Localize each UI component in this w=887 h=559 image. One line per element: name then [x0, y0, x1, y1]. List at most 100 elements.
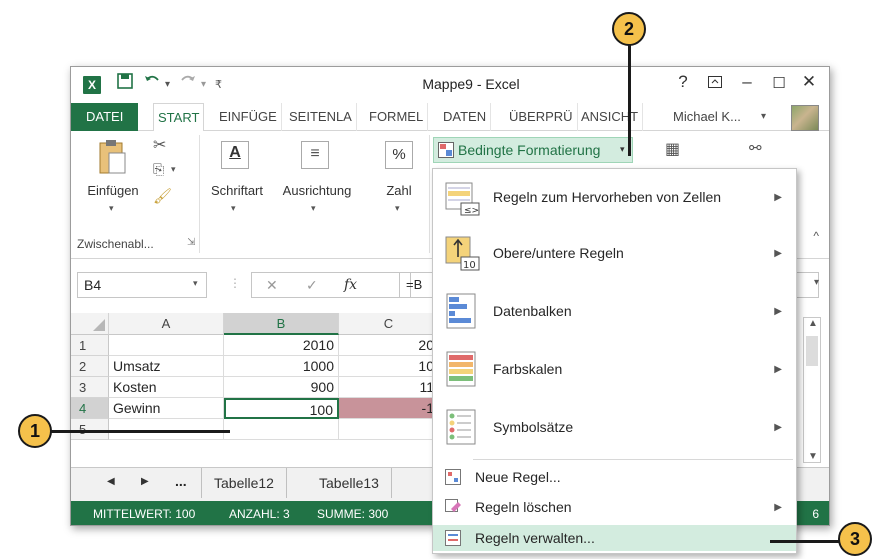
row-header[interactable]: 4	[71, 398, 109, 419]
row-header[interactable]: 3	[71, 377, 109, 398]
callout-badge-3: 3	[838, 522, 872, 556]
help-button[interactable]: ?	[671, 72, 695, 92]
paste-dropdown-icon[interactable]: ▾	[109, 203, 114, 214]
column-header-b[interactable]: B	[224, 313, 339, 335]
cell-b3[interactable]: 900	[224, 377, 339, 398]
copy-dropdown-icon[interactable]: ▾	[171, 164, 176, 175]
sheet-tab[interactable]: Tabelle13	[307, 468, 392, 498]
menu-item-top-bottom-rules[interactable]: 10 Obere/untere Regeln ▶	[433, 233, 796, 277]
copy-icon[interactable]: ⎘	[153, 161, 164, 178]
collapse-ribbon-icon[interactable]: ^	[813, 229, 819, 243]
paste-button-label[interactable]: Einfügen	[83, 183, 143, 198]
column-header-a[interactable]: A	[109, 313, 224, 335]
top-bottom-icon: 10	[445, 235, 481, 271]
formula-bar-menu-icon[interactable]: ⋮	[229, 276, 241, 290]
color-scales-icon	[445, 351, 481, 387]
cell-b4[interactable]: 100	[224, 398, 339, 419]
cell-a3[interactable]: Kosten	[109, 377, 224, 398]
conditional-formatting-button[interactable]: Bedingte Formatierung ▾	[433, 137, 633, 163]
sheet-tab[interactable]: Tabelle12	[201, 468, 287, 498]
zoom-level[interactable]: 6	[812, 501, 819, 525]
format-painter-icon[interactable]: 🖌	[153, 187, 172, 205]
cell-a2[interactable]: Umsatz	[109, 356, 224, 377]
tab-file[interactable]: DATEI	[71, 103, 139, 131]
dialog-launcher-icon[interactable]: ⇲	[187, 237, 195, 248]
cell-c2[interactable]: 10	[339, 356, 439, 377]
undo-dropdown-icon[interactable]: ▾	[165, 79, 170, 90]
customize-qat-icon[interactable]: ₹	[215, 78, 222, 91]
alignment-icon[interactable]: ≡	[301, 141, 329, 169]
tab-start[interactable]: START	[153, 103, 205, 132]
alignment-dropdown-icon[interactable]: ▾	[311, 203, 316, 214]
ribbon-display-icon[interactable]	[703, 76, 727, 91]
name-box-dropdown-icon[interactable]: ▾	[193, 278, 198, 289]
user-account[interactable]: Michael K...	[669, 103, 745, 131]
font-dropdown-icon[interactable]: ▾	[231, 203, 236, 214]
cell-b5[interactable]	[224, 419, 339, 440]
menu-item-new-rule[interactable]: Neue Regel...	[433, 465, 796, 491]
tab-data[interactable]: DATEN	[439, 103, 492, 131]
find-binoculars-icon[interactable]: ⚯	[749, 139, 762, 157]
cell-c1[interactable]: 20	[339, 335, 439, 356]
close-icon[interactable]: ✕	[797, 72, 821, 92]
menu-item-data-bars[interactable]: Datenbalken ▶	[433, 291, 796, 335]
tab-insert[interactable]: EINFÜGE	[215, 103, 282, 131]
vertical-scrollbar[interactable]: ▲ ▼	[803, 317, 821, 463]
data-bars-icon	[445, 293, 481, 329]
menu-item-highlight-cell-rules[interactable]: ≤> Regeln zum Hervorheben von Zellen ▶	[433, 177, 796, 221]
cancel-icon[interactable]: ✕	[266, 273, 278, 297]
cell-b1[interactable]: 2010	[224, 335, 339, 356]
minimize-icon[interactable]: –	[735, 72, 759, 92]
scroll-thumb[interactable]	[806, 336, 818, 366]
tab-view[interactable]: ANSICHT	[577, 103, 644, 131]
expand-formula-bar-icon[interactable]: ▾	[814, 277, 819, 288]
cell-b2[interactable]: 1000	[224, 356, 339, 377]
menu-item-icon-sets[interactable]: Symbolsätze ▶	[433, 407, 796, 451]
tab-page-layout[interactable]: SEITENLA	[285, 103, 357, 131]
tab-review[interactable]: ÜBERPRÜ	[505, 103, 578, 131]
redo-dropdown-icon[interactable]: ▾	[201, 79, 206, 90]
more-sheets-ellipsis[interactable]: ...	[175, 473, 187, 489]
menu-item-color-scales[interactable]: Farbskalen ▶	[433, 349, 796, 393]
submenu-arrow-icon: ▶	[774, 248, 782, 259]
insert-function-icon[interactable]: fx	[344, 273, 357, 297]
name-box[interactable]: B4	[77, 272, 207, 298]
font-button-label[interactable]: Schriftart	[205, 183, 269, 198]
ribbon-tabs: DATEI START EINFÜGE SEITENLA FORMEL DATE…	[71, 103, 829, 132]
menu-item-label: Farbskalen	[493, 361, 563, 377]
scroll-down-icon[interactable]: ▼	[808, 451, 818, 462]
cut-icon[interactable]: ✂	[153, 135, 166, 155]
cells-icon[interactable]: ▦	[665, 139, 680, 159]
menu-item-manage-rules[interactable]: Regeln verwalten...	[433, 525, 796, 551]
row-header[interactable]: 2	[71, 356, 109, 377]
font-icon[interactable]: A	[221, 141, 249, 169]
number-dropdown-icon[interactable]: ▾	[395, 203, 400, 214]
cell-a4[interactable]: Gewinn	[109, 398, 224, 419]
account-dropdown-icon[interactable]: ▾	[761, 111, 766, 122]
menu-item-clear-rules[interactable]: Regeln löschen ▶	[433, 495, 796, 521]
number-button-label[interactable]: Zahl	[375, 183, 423, 198]
conditional-formatting-icon	[438, 142, 454, 161]
number-format-icon[interactable]: %	[385, 141, 413, 169]
redo-icon[interactable]	[179, 73, 197, 94]
cell-c5[interactable]	[339, 419, 439, 440]
maximize-icon[interactable]: ☐	[767, 74, 791, 92]
tab-formulas[interactable]: FORMEL	[365, 103, 429, 131]
avatar[interactable]	[791, 105, 819, 131]
save-icon[interactable]	[117, 73, 133, 94]
prev-sheet-icon[interactable]: ◀	[107, 476, 115, 487]
paste-icon[interactable]	[97, 139, 127, 175]
callout-line-1	[48, 430, 230, 433]
column-header-c[interactable]: C	[339, 313, 439, 335]
scroll-up-icon[interactable]: ▲	[808, 318, 818, 329]
select-all-corner[interactable]	[71, 313, 109, 335]
cell-a1[interactable]	[109, 335, 224, 356]
enter-icon[interactable]: ✓	[306, 273, 318, 297]
title-bar: X ▾ ▾ ₹ Mappe9 - Excel ? – ☐ ✕	[71, 67, 829, 103]
undo-icon[interactable]	[143, 73, 161, 94]
cell-c4[interactable]: -1	[339, 398, 439, 419]
cell-c3[interactable]: 11	[339, 377, 439, 398]
alignment-button-label[interactable]: Ausrichtung	[277, 183, 357, 198]
next-sheet-icon[interactable]: ▶	[141, 476, 149, 487]
row-header[interactable]: 1	[71, 335, 109, 356]
